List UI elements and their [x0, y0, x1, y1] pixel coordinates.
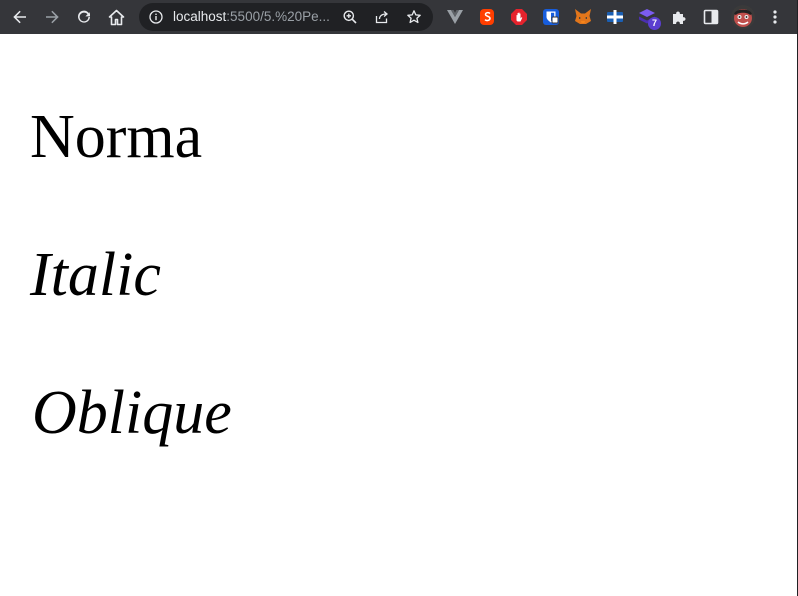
browser-menu-button[interactable] — [765, 7, 785, 27]
home-icon — [108, 9, 124, 25]
url-host: localhost — [173, 9, 227, 24]
bookmark-button[interactable] — [405, 8, 423, 26]
reload-icon — [78, 10, 90, 23]
side-panel-button[interactable] — [701, 7, 721, 27]
side-panel-icon — [703, 9, 719, 25]
bitwarden-icon — [543, 9, 559, 25]
extension-bitwarden[interactable] — [541, 7, 561, 27]
vue-devtools-icon — [447, 10, 463, 24]
reload-button[interactable] — [70, 3, 98, 31]
kebab-menu-icon — [773, 10, 777, 24]
extension-badge: 7 — [648, 17, 661, 30]
share-button[interactable] — [373, 8, 391, 26]
arrow-right-icon — [46, 10, 59, 24]
zoom-button[interactable] — [341, 8, 359, 26]
share-icon — [375, 11, 389, 24]
text-oblique: Oblique — [32, 379, 232, 447]
arrow-left-icon — [13, 10, 26, 24]
browser-toolbar: localhost:5500/5.%20Pe... 7 — [0, 0, 798, 34]
adblock-icon — [511, 9, 527, 25]
avatar-image — [731, 5, 755, 29]
extension-svelte[interactable] — [477, 7, 497, 27]
extension-metamask[interactable] — [573, 7, 593, 27]
extension-vue[interactable] — [445, 7, 465, 27]
ublock-icon — [607, 10, 623, 24]
back-button[interactable] — [6, 3, 34, 31]
address-bar[interactable]: localhost:5500/5.%20Pe... — [139, 3, 433, 31]
profile-avatar[interactable] — [731, 5, 755, 29]
star-icon — [407, 10, 421, 24]
svelte-icon — [480, 9, 494, 25]
home-button[interactable] — [102, 3, 130, 31]
extensions-button[interactable] — [669, 7, 689, 27]
text-italic: Italic — [30, 241, 161, 309]
browser-window: localhost:5500/5.%20Pe... 7 Norma Italic… — [0, 0, 798, 596]
puzzle-icon — [673, 11, 686, 24]
forward-button[interactable] — [38, 3, 66, 31]
page-content: Norma Italic Oblique — [0, 34, 797, 596]
url-text[interactable]: localhost:5500/5.%20Pe... — [173, 3, 333, 31]
zoom-in-icon — [343, 10, 357, 24]
url-path: :5500/5.%20Pe... — [226, 9, 330, 24]
extension-adblock[interactable] — [509, 7, 529, 27]
text-normal: Norma — [30, 103, 203, 171]
extension-ublock[interactable] — [605, 7, 625, 27]
metamask-icon — [575, 9, 591, 24]
info-icon[interactable] — [148, 9, 164, 25]
